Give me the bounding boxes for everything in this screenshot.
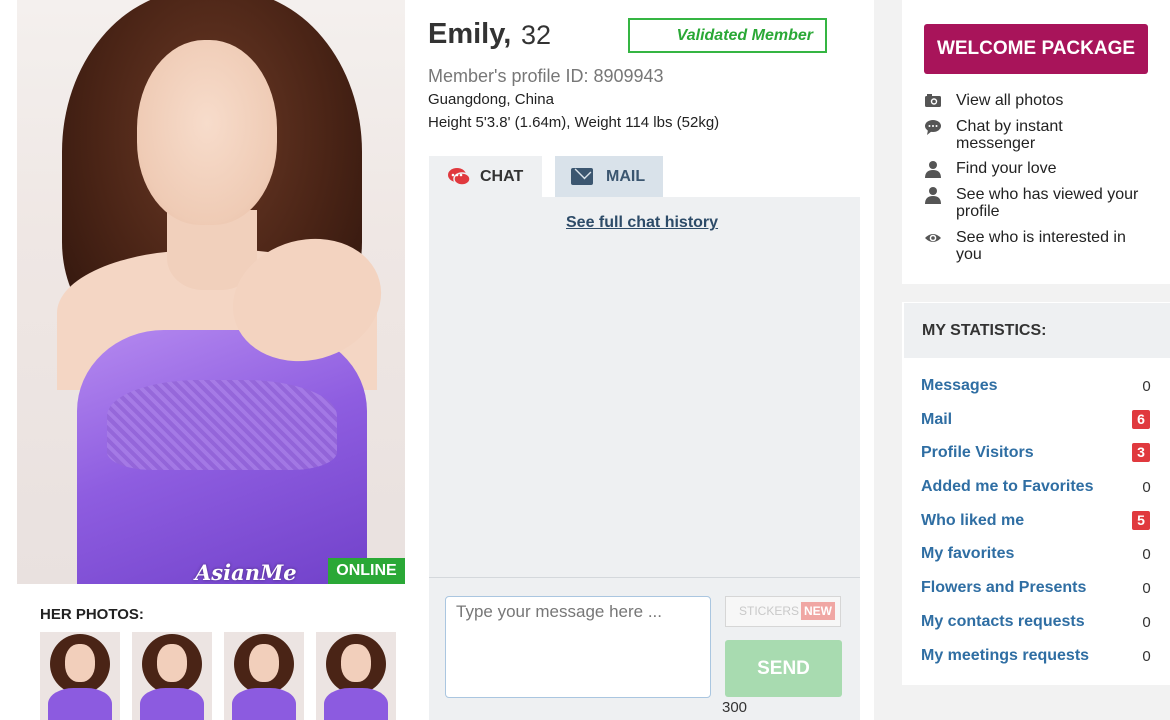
thumb-dress	[140, 688, 204, 720]
stat-mail-link[interactable]: Mail	[921, 411, 952, 429]
eye-icon	[925, 234, 941, 242]
stat-messages-link[interactable]: Messages	[921, 377, 998, 395]
tab-mail-label: MAIL	[606, 168, 646, 185]
photo-thumbnail[interactable]	[40, 632, 120, 720]
user-icon	[925, 161, 941, 178]
tab-chat-label: CHAT	[480, 168, 524, 185]
feature-who-viewed-profile: See who has viewed your profile	[956, 186, 1139, 220]
character-counter: 300	[722, 699, 748, 716]
message-input[interactable]	[445, 596, 711, 698]
thumb-face	[249, 644, 279, 682]
feature-view-all-photos: View all photos	[956, 92, 1064, 109]
stat-flowers-presents-link[interactable]: Flowers and Presents	[921, 579, 1086, 597]
stat-added-favorites-link[interactable]: Added me to Favorites	[921, 478, 1093, 496]
envelope-icon	[571, 168, 593, 185]
welcome-package-button[interactable]: WELCOME PACKAGE	[924, 24, 1148, 74]
chat-bubble-icon	[448, 168, 471, 186]
photo-thumbnail[interactable]	[316, 632, 396, 720]
profile-height-weight: Height 5'3.8' (1.64m), Weight 114 lbs (5…	[428, 114, 720, 131]
feature-chat-messenger: Chat by instant messenger	[956, 118, 1063, 152]
stat-who-liked-me-link[interactable]: Who liked me	[921, 512, 1024, 530]
new-badge: NEW	[801, 602, 835, 620]
photo-thumbnail[interactable]	[132, 632, 212, 720]
thumb-face	[65, 644, 95, 682]
feature-find-your-love: Find your love	[956, 160, 1057, 177]
stat-messages-count: 0	[1142, 378, 1151, 395]
thumb-dress	[232, 688, 296, 720]
thumb-dress	[48, 688, 112, 720]
profile-id: Member's profile ID: 8909943	[428, 66, 664, 86]
stat-my-favorites-link[interactable]: My favorites	[921, 545, 1014, 563]
main-profile-photo[interactable]	[17, 0, 405, 584]
chat-bubble-icon	[925, 120, 941, 135]
profile-name: Emily,	[428, 18, 512, 50]
chat-history-area	[429, 197, 860, 577]
stat-mail-badge: 6	[1132, 410, 1150, 429]
photo-face	[137, 40, 277, 225]
stat-added-favorites-count: 0	[1142, 479, 1151, 496]
stat-meetings-requests-link[interactable]: My meetings requests	[921, 647, 1089, 665]
stickers-button[interactable]: STICKERS NEW	[725, 596, 841, 627]
user-icon	[925, 187, 941, 204]
stat-who-liked-me-badge: 5	[1132, 511, 1150, 530]
stat-contacts-requests-link[interactable]: My contacts requests	[921, 613, 1085, 631]
thumb-face	[157, 644, 187, 682]
photo-watermark: AsianMe	[195, 560, 297, 585]
stat-flowers-presents-count: 0	[1142, 580, 1151, 597]
thumb-dress	[324, 688, 388, 720]
online-badge: ONLINE	[328, 558, 405, 584]
thumb-face	[341, 644, 371, 682]
stat-profile-visitors-link[interactable]: Profile Visitors	[921, 444, 1034, 462]
stat-profile-visitors-badge: 3	[1132, 443, 1150, 462]
statistics-heading: MY STATISTICS:	[904, 303, 1170, 358]
her-photos-heading: HER PHOTOS:	[40, 606, 144, 623]
photo-thumbnail[interactable]	[224, 632, 304, 720]
stat-my-favorites-count: 0	[1142, 546, 1151, 563]
stat-contacts-requests-count: 0	[1142, 614, 1151, 631]
send-button[interactable]: SEND	[725, 640, 842, 697]
tab-chat[interactable]: CHAT	[429, 156, 542, 198]
profile-age: 32	[521, 20, 552, 50]
feature-who-interested: See who is interested in you	[956, 229, 1126, 263]
validated-member-badge: Validated Member	[628, 18, 827, 53]
see-full-chat-history-link[interactable]: See full chat history	[566, 214, 718, 232]
stat-meetings-requests-count: 0	[1142, 648, 1151, 665]
stickers-label: STICKERS	[739, 604, 800, 618]
photo-lace	[107, 380, 337, 470]
profile-location: Guangdong, China	[428, 91, 554, 108]
camera-icon	[925, 94, 941, 107]
tab-mail[interactable]: MAIL	[555, 156, 663, 198]
